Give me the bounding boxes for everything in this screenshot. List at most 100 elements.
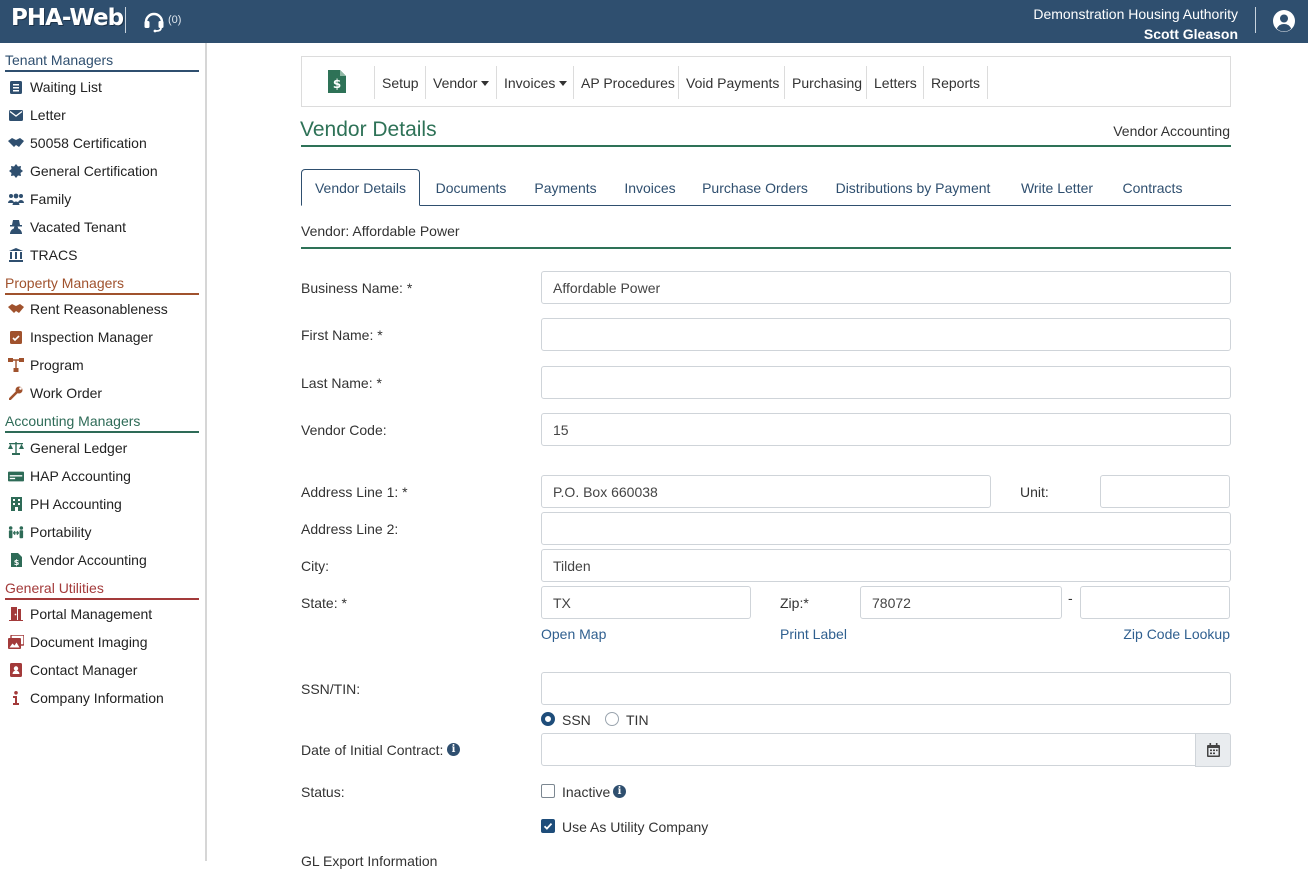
vendor-code-label: Vendor Code: — [301, 422, 387, 438]
date-of-initial-contract-input[interactable] — [541, 733, 1196, 766]
zip-extension-input[interactable] — [1080, 586, 1230, 619]
address-line-2-input[interactable] — [541, 512, 1231, 545]
inactive-checkbox-label: Inactive — [562, 784, 611, 800]
toolbar-ap-procedures[interactable]: AP Procedures — [573, 66, 682, 99]
sidebar-item-vacated-tenant[interactable]: Vacated Tenant — [8, 216, 126, 238]
ssn-tin-input[interactable] — [541, 672, 1231, 705]
handshake-icon — [8, 135, 24, 151]
tab-purchase-orders[interactable]: Purchase Orders — [693, 169, 817, 206]
tab-invoices[interactable]: Invoices — [611, 169, 689, 206]
sidebar-item-inspection-manager[interactable]: Inspection Manager — [8, 326, 153, 348]
info-circle-icon[interactable]: i — [613, 785, 626, 798]
sidebar-item-portal-management[interactable]: Portal Management — [8, 603, 152, 625]
zip-input[interactable]: 78072 — [860, 586, 1062, 619]
toolbar-purchasing-label: Purchasing — [792, 74, 863, 91]
first-name-label: First Name: * — [301, 327, 383, 343]
tab-write-letter[interactable]: Write Letter — [1009, 169, 1105, 206]
ssn-radio[interactable] — [541, 712, 555, 726]
info-circle-icon[interactable]: i — [447, 743, 460, 756]
toolbar-vendor-dropdown[interactable]: Vendor — [425, 66, 496, 99]
tab-label: Purchase Orders — [702, 179, 808, 196]
user-name: Scott Gleason — [1143, 26, 1238, 42]
tab-distributions-by-payment[interactable]: Distributions by Payment — [821, 169, 1005, 206]
door-open-icon — [8, 606, 24, 622]
sidebar-item-general-ledger[interactable]: General Ledger — [8, 437, 127, 459]
sidebar-item-program[interactable]: Program — [8, 354, 84, 376]
toolbar-purchasing[interactable]: Purchasing — [784, 66, 869, 99]
sidebar-item-label: Portability — [30, 524, 92, 540]
toolbar-setup[interactable]: Setup — [374, 66, 426, 99]
toolbar-void-payments[interactable]: Void Payments — [678, 66, 786, 99]
sidebar-item-vendor-accounting[interactable]: $ Vendor Accounting — [8, 549, 147, 571]
sidebar-item-family[interactable]: Family — [8, 188, 71, 210]
app-logo[interactable]: PHA-Web — [11, 5, 124, 31]
inactive-checkbox[interactable] — [541, 784, 555, 798]
calendar-button[interactable] — [1195, 733, 1231, 767]
sidebar-item-document-imaging[interactable]: Document Imaging — [8, 631, 148, 653]
city-input[interactable]: Tilden — [541, 549, 1231, 582]
state-input[interactable]: TX — [541, 586, 751, 619]
sidebar-item-50058-certification[interactable]: 50058 Certification — [8, 132, 147, 154]
toolbar-letters[interactable]: Letters — [866, 66, 924, 99]
zip-code-lookup-link[interactable]: Zip Code Lookup — [1123, 626, 1230, 642]
headset-icon[interactable] — [142, 9, 166, 33]
toolbar-letters-label: Letters — [874, 74, 917, 91]
toolbar-setup-label: Setup — [382, 74, 419, 91]
zip-dash: - — [1068, 590, 1073, 606]
last-name-input[interactable] — [541, 366, 1231, 399]
landmark-icon — [8, 247, 24, 263]
sidebar-item-work-order[interactable]: Work Order — [8, 382, 102, 404]
unit-input[interactable] — [1100, 475, 1230, 508]
tab-label: Distributions by Payment — [835, 179, 991, 196]
sidebar-item-label: Vacated Tenant — [30, 219, 127, 235]
tab-documents[interactable]: Documents — [422, 169, 520, 206]
handshake-icon — [8, 301, 24, 317]
toolbar-invoices-dropdown[interactable]: Invoices — [496, 66, 574, 99]
sidebar-item-label: Family — [30, 191, 72, 207]
sidebar-item-label: General Certification — [30, 163, 158, 179]
sidebar-item-hap-accounting[interactable]: HAP Accounting — [8, 465, 131, 487]
toolbar-reports[interactable]: Reports — [923, 66, 989, 99]
sidebar-item-company-information[interactable]: Company Information — [8, 687, 164, 709]
caret-down-icon — [481, 80, 490, 86]
file-invoice-dollar-icon[interactable]: $ — [328, 70, 346, 93]
utility-company-checkbox[interactable] — [541, 819, 555, 833]
sitemap-icon — [8, 357, 24, 373]
business-name-input[interactable]: Affordable Power — [541, 271, 1231, 304]
sidebar-item-ph-accounting[interactable]: PH Accounting — [8, 493, 122, 515]
svg-text:$: $ — [333, 77, 341, 91]
sidebar-item-waiting-list[interactable]: Waiting List — [8, 76, 102, 98]
sidebar-item-label: General Ledger — [30, 440, 128, 456]
unit-label: Unit: — [1020, 484, 1049, 500]
calendar-icon — [1206, 743, 1220, 757]
sidebar-item-letter[interactable]: Letter — [8, 104, 66, 126]
city-label: City: — [301, 558, 329, 574]
ssn-radio-label: SSN — [562, 712, 591, 728]
building-icon — [8, 496, 24, 512]
date-of-initial-contract-label: Date of Initial Contract: — [301, 742, 444, 758]
sidebar-item-tracs[interactable]: TRACS — [8, 244, 77, 266]
tin-radio-label: TIN — [626, 712, 649, 728]
open-map-link[interactable]: Open Map — [541, 626, 606, 642]
toolbar-void-payments-label: Void Payments — [686, 74, 780, 91]
wrench-icon — [8, 385, 24, 401]
sidebar-item-rent-reasonableness[interactable]: Rent Reasonableness — [8, 298, 168, 320]
sidebar-item-general-certification[interactable]: General Certification — [8, 160, 158, 182]
print-label-link[interactable]: Print Label — [780, 626, 847, 642]
tab-contracts[interactable]: Contracts — [1109, 169, 1196, 206]
sidebar-item-contact-manager[interactable]: Contact Manager — [8, 659, 137, 681]
tin-radio[interactable] — [605, 712, 619, 726]
vendor-code-input[interactable]: 15 — [541, 413, 1231, 446]
tab-payments[interactable]: Payments — [524, 169, 607, 206]
address-line-1-input[interactable]: P.O. Box 660038 — [541, 475, 991, 508]
address-book-icon — [8, 662, 24, 678]
first-name-input[interactable] — [541, 318, 1231, 351]
ssn-tin-label: SSN/TIN: — [301, 681, 361, 697]
support-count-badge[interactable]: (0) — [168, 14, 181, 26]
tab-vendor-details[interactable]: Vendor Details — [301, 169, 420, 206]
caret-down-icon — [559, 80, 568, 86]
gl-export-information-label: GL Export Information — [301, 853, 438, 869]
user-circle-icon[interactable] — [1272, 9, 1296, 33]
sidebar-item-portability[interactable]: Portability — [8, 521, 91, 543]
top-bar: PHA-Web (0) Demonstration Housing Author… — [0, 0, 1308, 43]
